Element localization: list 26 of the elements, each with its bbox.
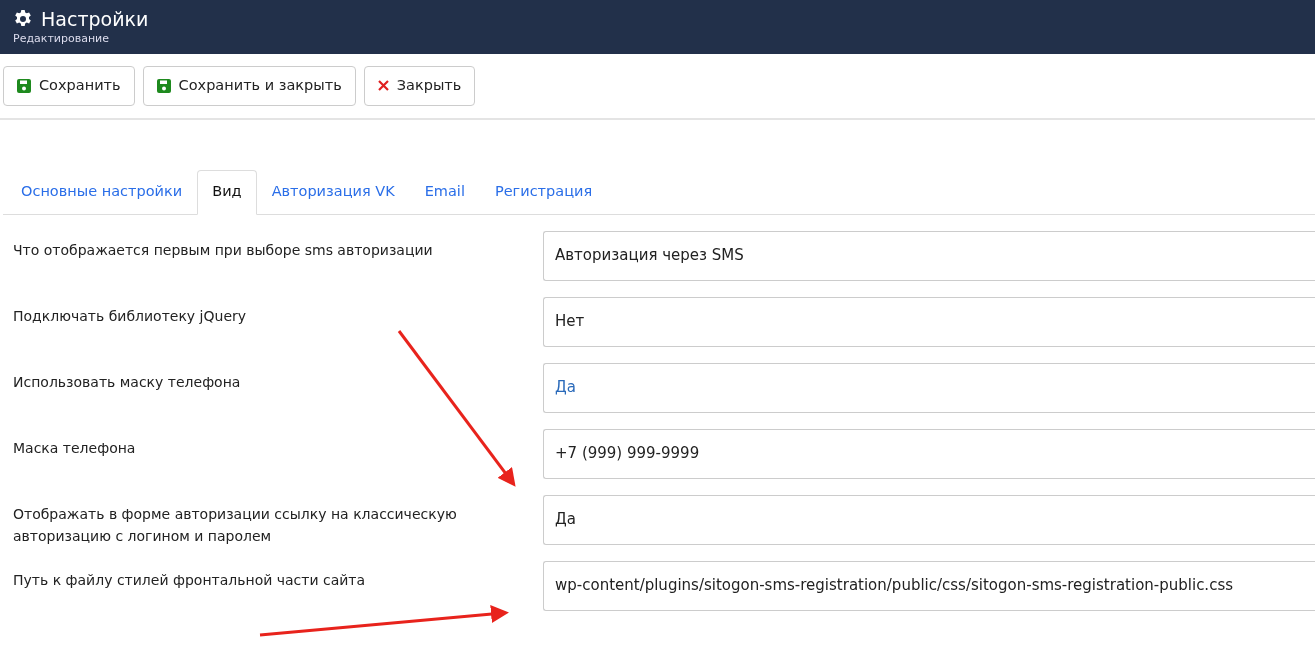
tab[interactable]: Авторизация VK bbox=[256, 169, 410, 215]
page-title: Настройки bbox=[41, 7, 149, 32]
field-label: Что отображается первым при выборе sms авторизации bbox=[12, 240, 434, 260]
field-label: Отображать в форме авторизации ссылку на классическую авторизацию с логином и паролем bbox=[12, 504, 458, 545]
settings-icon bbox=[13, 9, 33, 29]
toolbar-button[interactable]: Закрыть bbox=[363, 66, 476, 106]
save-icon bbox=[17, 78, 31, 93]
toolbar-button[interactable]: Сохранить bbox=[3, 66, 135, 106]
close-icon bbox=[377, 80, 389, 92]
field-label: Путь к файлу стилей фронтальной части сайта bbox=[12, 570, 367, 590]
input-field[interactable]: Да bbox=[543, 494, 1315, 545]
input-field[interactable]: Да bbox=[543, 362, 1315, 413]
tab[interactable]: Основные настройки bbox=[6, 169, 198, 215]
field-label: Подключать библиотеку jQuery bbox=[12, 306, 248, 326]
toolbar-button[interactable]: Сохранить и закрыть bbox=[142, 66, 356, 106]
input-field[interactable]: wp-content/plugins/sitogon-sms-registration/public/css/sitogon-sms-registration-public.css bbox=[543, 560, 1315, 611]
tab[interactable]: Вид bbox=[197, 169, 257, 215]
tab[interactable]: Email bbox=[409, 169, 480, 215]
input-field[interactable]: Нет bbox=[543, 296, 1315, 347]
tab[interactable]: Регистрация bbox=[479, 169, 608, 215]
input-field[interactable]: Авторизация через SMS bbox=[543, 230, 1315, 281]
page-subtitle: Редактирование bbox=[13, 32, 110, 45]
input-field[interactable]: +7 (999) 999-9999 bbox=[543, 428, 1315, 479]
field-label: Использовать маску телефона bbox=[12, 372, 242, 392]
save-icon bbox=[156, 78, 171, 93]
field-label: Маска телефона bbox=[12, 438, 137, 458]
